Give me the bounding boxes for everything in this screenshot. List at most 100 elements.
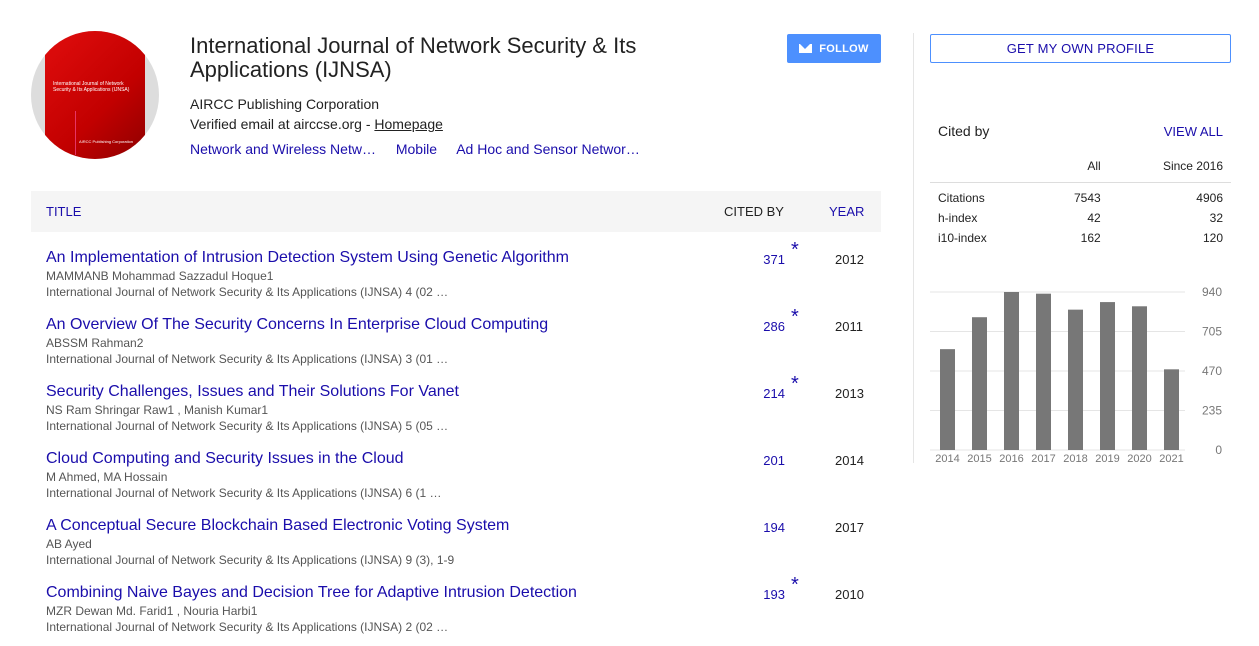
articles-table-header: TITLE CITED BY YEAR <box>31 191 881 232</box>
citation-bar[interactable] <box>972 317 987 450</box>
cited-by-count[interactable]: 193 <box>763 587 785 602</box>
research-interests: Network and Wireless Netw… Mobile Ad Hoc… <box>190 141 656 157</box>
cited-by-title: Cited by <box>938 123 990 139</box>
article-venue: International Journal of Network Securit… <box>46 285 449 299</box>
merged-citations-star: * <box>791 306 799 328</box>
x-tick-label: 2020 <box>1127 453 1151 465</box>
view-all-link[interactable]: VIEW ALL <box>1164 124 1223 139</box>
cover-publisher: AIRCC Publishing Corporation <box>79 139 134 144</box>
article-year: 2017 <box>835 520 864 535</box>
cited-by-count[interactable]: 201 <box>763 453 785 468</box>
interest-link[interactable]: Mobile <box>396 141 437 157</box>
metric-label: Citations <box>938 191 985 206</box>
cited-by-count[interactable]: 286 <box>763 319 785 334</box>
citation-bar[interactable] <box>940 349 955 450</box>
article-title-link[interactable]: An Overview Of The Security Concerns In … <box>46 316 548 334</box>
metric-since: 4906 <box>1196 191 1223 206</box>
article-authors: NS Ram Shringar Raw1 , Manish Kumar1 <box>46 403 269 417</box>
table-row: An Overview Of The Security Concerns In … <box>31 306 881 376</box>
cited-by-count[interactable]: 371 <box>763 252 785 267</box>
x-tick-label: 2018 <box>1063 453 1087 465</box>
profile-affiliation: AIRCC Publishing Corporation <box>190 96 380 112</box>
metric-row-h-index: h-index 42 32 <box>930 208 1231 228</box>
article-authors: M Ahmed, MA Hossain <box>46 470 168 484</box>
y-tick-label: 0 <box>1215 443 1222 457</box>
citation-bar[interactable] <box>1100 302 1115 450</box>
article-year: 2011 <box>835 319 863 334</box>
follow-label: FOLLOW <box>819 42 869 55</box>
merged-citations-star: * <box>791 574 799 596</box>
cited-by-count[interactable]: 194 <box>763 520 785 535</box>
x-tick-label: 2015 <box>967 453 991 465</box>
metric-all: 42 <box>1087 211 1101 225</box>
citation-bar[interactable] <box>1068 309 1083 450</box>
metric-row-i10-index: i10-index 162 120 <box>930 228 1231 248</box>
homepage-link[interactable]: Homepage <box>374 116 443 132</box>
article-venue: International Journal of Network Securit… <box>46 553 455 567</box>
merged-citations-star: * <box>791 239 799 261</box>
metric-row-citations: Citations 7543 4906 <box>930 182 1231 208</box>
cited-by-panel: Cited by VIEW ALL All Since 2016 Citatio… <box>930 112 1231 248</box>
article-authors: MZR Dewan Md. Farid1 , Nouria Harbi1 <box>46 604 258 618</box>
citation-metrics-table: All Since 2016 Citations 7543 4906 h-ind… <box>930 150 1231 248</box>
table-row: Security Challenges, Issues and Their So… <box>31 373 881 443</box>
follow-button[interactable]: FOLLOW <box>787 34 881 63</box>
article-year: 2010 <box>835 587 864 602</box>
y-tick-label: 940 <box>1202 285 1222 299</box>
y-tick-label: 470 <box>1202 364 1222 378</box>
table-row: A Conceptual Secure Blockchain Based Ele… <box>31 517 881 577</box>
email-text: Verified email at airccse.org - <box>190 116 375 132</box>
profile-avatar: International Journal of Network Securit… <box>31 31 159 159</box>
metric-since: 120 <box>1202 231 1223 245</box>
interest-link[interactable]: Network and Wireless Netw… <box>190 141 376 157</box>
profile-name: International Journal of Network Securit… <box>190 33 637 82</box>
citation-bar[interactable] <box>1132 306 1147 450</box>
metric-label: h-index <box>938 211 978 225</box>
article-venue: International Journal of Network Securit… <box>46 620 449 634</box>
cover-title: International Journal of Network Securit… <box>53 81 130 93</box>
y-tick-label: 235 <box>1202 404 1222 418</box>
merged-citations-star: * <box>791 373 799 395</box>
table-row: An Implementation of Intrusion Detection… <box>31 239 881 309</box>
x-tick-label: 2017 <box>1031 453 1055 465</box>
y-tick-label: 705 <box>1202 325 1222 339</box>
metric-label: i10-index <box>938 231 987 245</box>
metrics-header-blank <box>930 150 1047 183</box>
x-tick-label: 2021 <box>1159 453 1183 465</box>
column-divider <box>913 33 914 463</box>
metric-all: 7543 <box>1073 191 1101 206</box>
citations-bar-chart: 0 235 470 705 940 2014 2015 2016 2017 2018 2019 202… <box>930 285 1222 465</box>
article-venue: International Journal of Network Securit… <box>46 486 442 500</box>
sort-by-cited[interactable]: CITED BY <box>724 204 784 219</box>
article-title-link[interactable]: Combining Naive Bayes and Decision Tree … <box>46 584 577 602</box>
citations-per-year-chart: 0 235 470 705 940 2014 2015 2016 2017 2018 2019 202… <box>930 282 1231 466</box>
interest-link[interactable]: Ad Hoc and Sensor Networ… <box>456 141 640 157</box>
table-row: Cloud Computing and Security Issues in t… <box>31 450 881 510</box>
cover-decoration <box>75 111 76 155</box>
article-title-link[interactable]: An Implementation of Intrusion Detection… <box>46 249 569 267</box>
article-authors: AB Ayed <box>46 537 92 551</box>
article-authors: MAMMANB Mohammad Sazzadul Hoque1 <box>46 269 274 283</box>
article-year: 2012 <box>835 252 864 267</box>
x-tick-label: 2014 <box>935 453 959 465</box>
article-year: 2013 <box>835 386 864 401</box>
article-title-link[interactable]: A Conceptual Secure Blockchain Based Ele… <box>46 517 509 535</box>
envelope-icon <box>799 44 813 53</box>
cited-by-header: Cited by VIEW ALL <box>930 112 1231 150</box>
journal-cover-image: International Journal of Network Securit… <box>45 31 145 159</box>
x-tick-label: 2019 <box>1095 453 1119 465</box>
sort-by-title[interactable]: TITLE <box>46 204 81 219</box>
sort-by-year[interactable]: YEAR <box>829 204 864 219</box>
article-venue: International Journal of Network Securit… <box>46 352 449 366</box>
metrics-header-since: Since 2016 <box>1108 150 1231 183</box>
table-row: Combining Naive Bayes and Decision Tree … <box>31 574 881 644</box>
citation-bar[interactable] <box>1036 293 1051 450</box>
citation-bar[interactable] <box>1004 292 1019 450</box>
cited-by-count[interactable]: 214 <box>763 386 785 401</box>
get-my-own-profile-button[interactable]: GET MY OWN PROFILE <box>930 34 1231 63</box>
article-title-link[interactable]: Security Challenges, Issues and Their So… <box>46 383 459 401</box>
metric-since: 32 <box>1209 211 1223 225</box>
citation-bar[interactable] <box>1164 369 1179 450</box>
article-title-link[interactable]: Cloud Computing and Security Issues in t… <box>46 450 404 468</box>
x-tick-label: 2016 <box>999 453 1023 465</box>
